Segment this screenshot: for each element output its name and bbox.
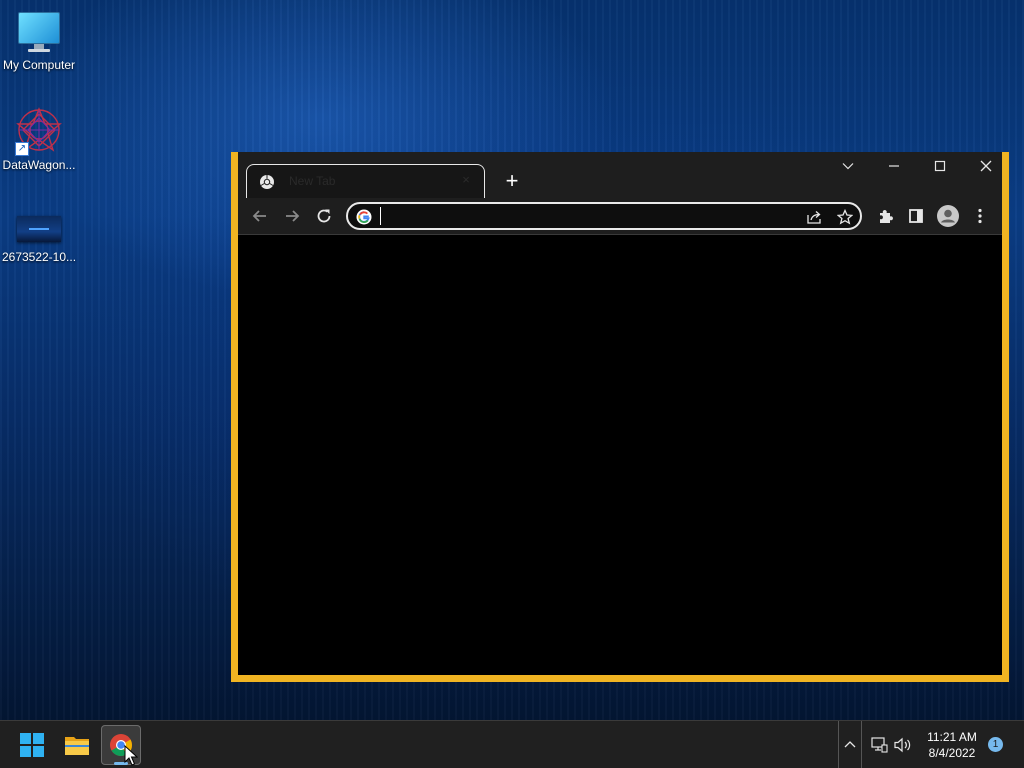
side-panel-icon xyxy=(909,209,923,223)
browser-toolbar xyxy=(238,198,1002,235)
shortcut-arrow-icon: ↗ xyxy=(15,142,29,156)
address-bar[interactable] xyxy=(346,202,862,230)
start-icon xyxy=(20,733,44,757)
volume-icon[interactable] xyxy=(893,736,913,759)
puzzle-icon xyxy=(880,210,893,223)
minimize-button[interactable] xyxy=(870,152,916,180)
desktop-icon-image-file[interactable]: 2673522-10... xyxy=(0,206,78,264)
desktop-icon-label: 2673522-10... xyxy=(1,250,77,264)
forward-button[interactable] xyxy=(282,206,302,226)
image-file-icon xyxy=(15,214,63,246)
mouse-cursor-icon xyxy=(124,745,138,766)
back-arrow-icon xyxy=(252,210,266,222)
reload-icon xyxy=(317,209,331,223)
file-explorer-icon xyxy=(65,737,89,755)
forward-arrow-icon xyxy=(286,210,300,222)
menu-button[interactable] xyxy=(970,206,990,226)
network-icon[interactable] xyxy=(870,736,888,759)
datawagon-icon: ↗ xyxy=(15,106,63,156)
monitor-icon xyxy=(17,10,61,54)
google-icon xyxy=(356,209,372,225)
reload-button[interactable] xyxy=(314,206,334,226)
desktop-icon-label: My Computer xyxy=(2,58,76,72)
side-panel-button[interactable] xyxy=(906,206,926,226)
maximize-button[interactable] xyxy=(916,152,962,180)
chevron-up-icon xyxy=(844,741,856,748)
desktop-icon-my-computer[interactable]: My Computer xyxy=(0,10,78,72)
browser-frame: New Tab × + xyxy=(238,152,1002,675)
maximize-icon xyxy=(934,160,946,172)
page-content[interactable] xyxy=(238,235,1002,675)
new-tab-button[interactable]: + xyxy=(500,170,524,194)
desktop-icon-datawagon[interactable]: ↗ DataWagon... xyxy=(0,106,78,172)
more-vertical-icon xyxy=(978,208,982,224)
clock-date: 8/4/2022 xyxy=(928,746,976,760)
browser-window: New Tab × + xyxy=(231,152,1009,682)
tab-close-button[interactable]: × xyxy=(458,172,474,188)
share-icon[interactable] xyxy=(806,209,822,230)
tab-strip: New Tab × + xyxy=(238,152,1002,198)
close-window-button[interactable] xyxy=(962,152,1008,180)
address-input[interactable] xyxy=(380,207,793,225)
taskbar: 11:21 AM 8/4/2022 1 xyxy=(0,720,1024,768)
start-button[interactable] xyxy=(12,725,52,765)
extensions-button[interactable] xyxy=(876,206,896,226)
clock-time: 11:21 AM xyxy=(927,730,977,744)
show-hidden-icons-button[interactable] xyxy=(838,721,862,768)
tab-search-button[interactable] xyxy=(824,152,870,180)
desktop-icon-label: DataWagon... xyxy=(2,158,76,172)
bookmark-star-icon[interactable] xyxy=(836,208,854,230)
minimize-icon xyxy=(889,165,899,167)
notification-badge[interactable]: 1 xyxy=(988,737,1003,752)
chrome-icon xyxy=(259,174,275,190)
avatar-icon xyxy=(937,205,959,227)
tab-search-icon xyxy=(842,163,854,170)
profile-button[interactable] xyxy=(936,204,960,228)
close-icon xyxy=(980,160,992,172)
tab-new-tab[interactable]: New Tab × xyxy=(246,164,485,198)
back-button[interactable] xyxy=(250,206,270,226)
tab-title: New Tab xyxy=(289,174,336,188)
clock[interactable]: 11:21 AM 8/4/2022 xyxy=(918,729,986,761)
file-explorer-button[interactable] xyxy=(57,725,97,765)
